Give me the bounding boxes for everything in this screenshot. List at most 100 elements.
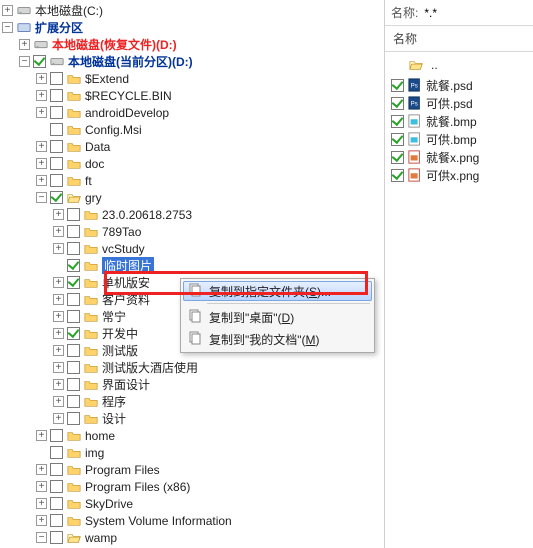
checkbox[interactable] — [67, 344, 80, 357]
tree-node[interactable]: + androidDevelop — [2, 104, 384, 121]
menu-item[interactable]: 复制到"桌面"(D) — [183, 306, 372, 328]
list-item[interactable]: 就餐.psd — [387, 76, 531, 94]
checkbox[interactable] — [50, 446, 63, 459]
checkbox[interactable] — [50, 497, 63, 510]
tree-node[interactable]: + 本地磁盘(C:) — [2, 2, 384, 19]
tree-node[interactable]: + Program Files (x86) — [2, 478, 384, 495]
list-item[interactable]: 就餐x.png — [387, 148, 531, 166]
expander-icon[interactable]: + — [2, 5, 13, 16]
checkbox[interactable] — [50, 174, 63, 187]
tree-node[interactable]: + 测试版大酒店使用 — [2, 359, 384, 376]
expander-icon[interactable]: + — [36, 464, 47, 475]
checkbox[interactable] — [391, 169, 404, 182]
tree-node[interactable]: img — [2, 444, 384, 461]
expander-icon[interactable]: + — [53, 209, 64, 220]
tree-node[interactable]: − 扩展分区 — [2, 19, 384, 36]
tree-node[interactable]: + 设计 — [2, 410, 384, 427]
checkbox[interactable] — [67, 310, 80, 323]
expander-icon[interactable]: + — [53, 243, 64, 254]
tree-node[interactable]: + 本地磁盘(恢复文件)(D:) — [2, 36, 384, 53]
context-menu[interactable]: 复制到指定文件夹(S)... 复制到"桌面"(D) 复制到"我的文档"(M) — [180, 278, 375, 353]
expander-icon[interactable]: + — [36, 158, 47, 169]
list-item[interactable]: 就餐.bmp — [387, 112, 531, 130]
tree-node[interactable]: 临时图片 — [2, 257, 384, 274]
checkbox[interactable] — [50, 140, 63, 153]
checkbox[interactable] — [50, 106, 63, 119]
expander-icon[interactable]: + — [36, 90, 47, 101]
checkbox[interactable] — [50, 72, 63, 85]
expander-icon[interactable]: + — [53, 277, 64, 288]
tree-node[interactable]: + vcStudy — [2, 240, 384, 257]
tree-node[interactable]: + SkyDrive — [2, 495, 384, 512]
checkbox[interactable] — [50, 157, 63, 170]
tree-node[interactable]: − 本地磁盘(当前分区)(D:) — [2, 53, 384, 70]
list-item[interactable]: .. — [387, 56, 531, 74]
checkbox[interactable] — [67, 378, 80, 391]
checkbox[interactable] — [67, 259, 80, 272]
checkbox[interactable] — [391, 79, 404, 92]
checkbox[interactable] — [50, 429, 63, 442]
directory-tree[interactable]: + 本地磁盘(C:) − 扩展分区 + 本地磁盘(恢复文件)(D:) − 本地磁… — [0, 0, 384, 548]
checkbox[interactable] — [50, 191, 63, 204]
checkbox[interactable] — [50, 531, 63, 544]
column-header-name[interactable]: 名称 — [385, 26, 533, 52]
checkbox[interactable] — [67, 395, 80, 408]
expander-icon[interactable]: + — [53, 345, 64, 356]
expander-icon[interactable]: + — [53, 379, 64, 390]
checkbox[interactable] — [67, 225, 80, 238]
expander-icon[interactable]: + — [36, 175, 47, 186]
checkbox[interactable] — [67, 293, 80, 306]
expander-icon[interactable]: + — [36, 430, 47, 441]
checkbox[interactable] — [50, 89, 63, 102]
tree-node[interactable]: Config.Msi — [2, 121, 384, 138]
tree-node[interactable]: + doc — [2, 155, 384, 172]
list-item[interactable]: 可供x.png — [387, 166, 531, 184]
tree-node[interactable]: + Data — [2, 138, 384, 155]
checkbox[interactable] — [67, 208, 80, 221]
tree-node[interactable]: + 23.0.20618.2753 — [2, 206, 384, 223]
tree-node[interactable]: + Program Files — [2, 461, 384, 478]
expander-icon[interactable]: + — [36, 107, 47, 118]
tree-node[interactable]: + $RECYCLE.BIN — [2, 87, 384, 104]
expander-icon[interactable]: + — [53, 294, 64, 305]
expander-icon[interactable]: + — [36, 515, 47, 526]
menu-item[interactable]: 复制到指定文件夹(S)... — [183, 281, 372, 301]
expander-icon[interactable]: − — [36, 192, 47, 203]
expander-icon[interactable]: + — [53, 226, 64, 237]
expander-icon[interactable]: + — [53, 413, 64, 424]
tree-node[interactable]: + 界面设计 — [2, 376, 384, 393]
expander-icon[interactable]: − — [36, 532, 47, 543]
checkbox[interactable] — [50, 480, 63, 493]
tree-node[interactable]: + home — [2, 427, 384, 444]
tree-node[interactable]: + ft — [2, 172, 384, 189]
expander-icon[interactable]: + — [53, 328, 64, 339]
checkbox[interactable] — [391, 115, 404, 128]
expander-icon[interactable]: + — [36, 481, 47, 492]
expander-icon[interactable]: + — [36, 141, 47, 152]
tree-node[interactable]: + System Volume Information — [2, 512, 384, 529]
checkbox[interactable] — [50, 123, 63, 136]
menu-item[interactable]: 复制到"我的文档"(M) — [183, 328, 372, 350]
checkbox[interactable] — [391, 133, 404, 146]
checkbox[interactable] — [50, 514, 63, 527]
tree-node[interactable]: + 789Tao — [2, 223, 384, 240]
checkbox[interactable] — [67, 276, 80, 289]
tree-node[interactable]: − gry — [2, 189, 384, 206]
checkbox[interactable] — [67, 242, 80, 255]
checkbox[interactable] — [391, 151, 404, 164]
expander-icon[interactable]: − — [19, 56, 30, 67]
tree-node[interactable]: + 程序 — [2, 393, 384, 410]
tree-node[interactable]: − wamp — [2, 529, 384, 546]
checkbox[interactable] — [67, 412, 80, 425]
checkbox[interactable] — [33, 55, 46, 68]
expander-icon[interactable]: + — [53, 362, 64, 373]
checkbox[interactable] — [50, 463, 63, 476]
list-item[interactable]: 可供.psd — [387, 94, 531, 112]
tree-node[interactable]: + $Extend — [2, 70, 384, 87]
checkbox[interactable] — [391, 97, 404, 110]
expander-icon[interactable]: − — [2, 22, 13, 33]
expander-icon[interactable]: + — [36, 73, 47, 84]
expander-icon[interactable]: + — [36, 498, 47, 509]
expander-icon[interactable]: + — [53, 311, 64, 322]
checkbox[interactable] — [67, 327, 80, 340]
